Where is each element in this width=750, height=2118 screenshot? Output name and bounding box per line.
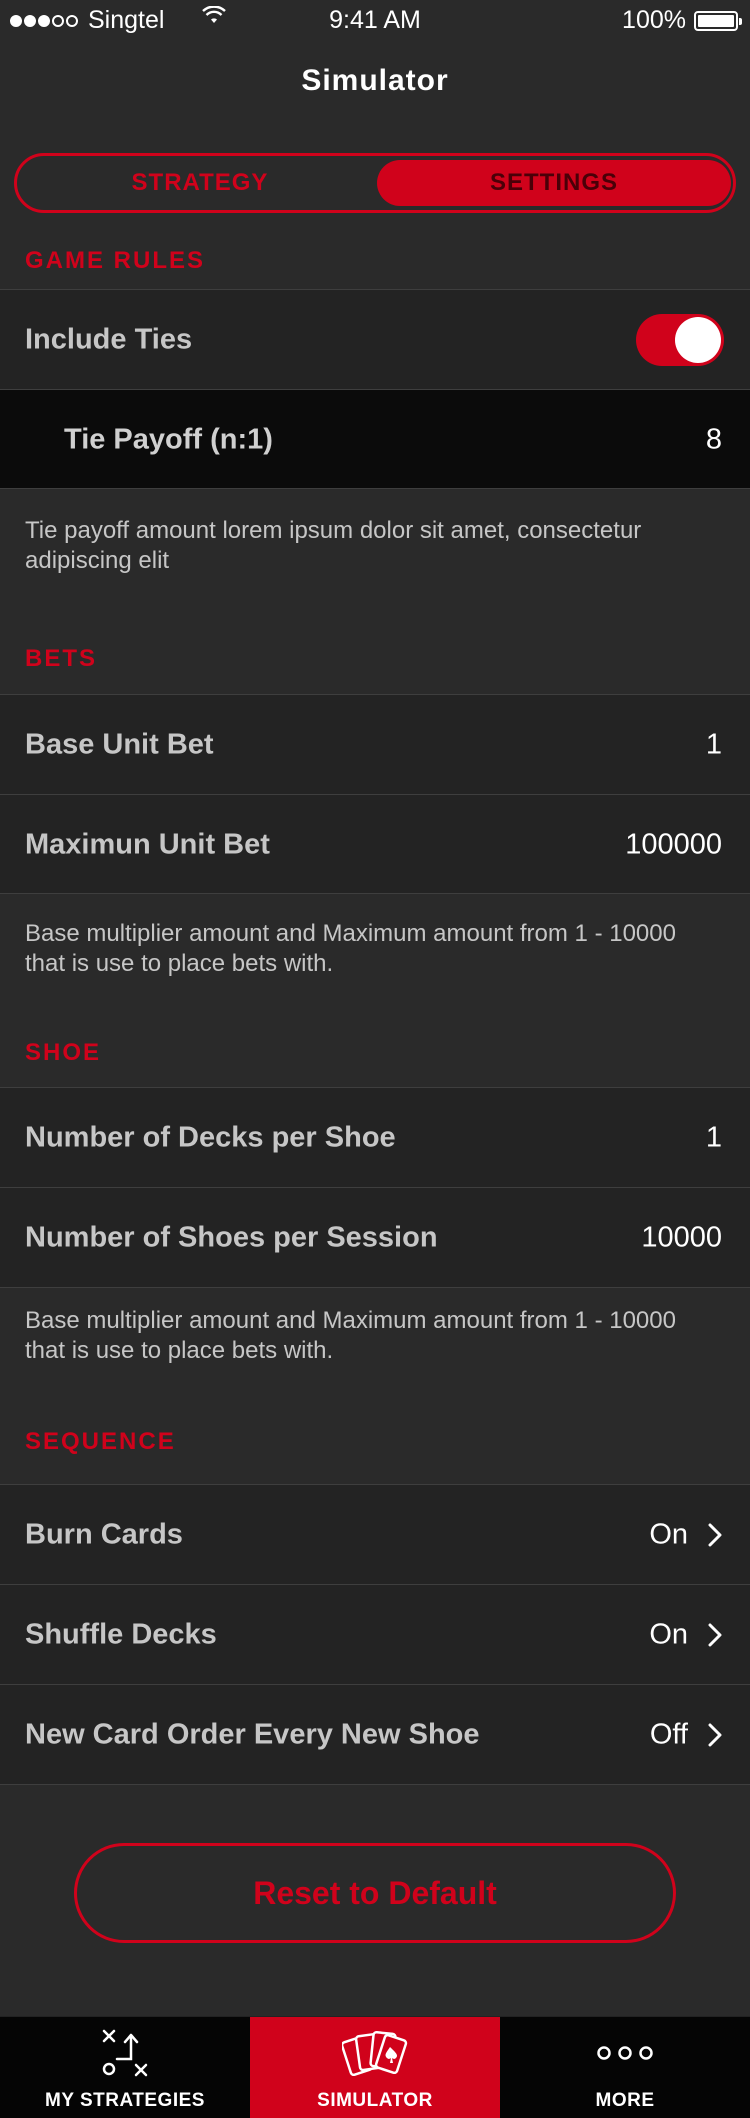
strategy-play-icon — [102, 2029, 148, 2077]
divider — [0, 893, 750, 894]
max-unit-bet-row[interactable]: Maximun Unit Bet 100000 — [0, 794, 750, 894]
tab-label-simulator: SIMULATOR — [317, 2090, 433, 2111]
shoes-per-session-label: Number of Shoes per Session — [25, 1221, 438, 1253]
strategy-settings-segmented-control: STRATEGY SETTINGS — [14, 153, 736, 213]
status-bar: Singtel 9:41 AM 100% — [0, 0, 750, 40]
chevron-right-icon — [708, 1623, 722, 1646]
burn-cards-row[interactable]: Burn Cards On — [0, 1484, 750, 1584]
decks-per-shoe-value[interactable]: 1 — [706, 1121, 722, 1154]
burn-cards-value: On — [649, 1518, 688, 1550]
tab-label-my-strategies: MY STRATEGIES — [45, 2090, 205, 2111]
bets-note: Base multiplier amount and Maximum amoun… — [25, 920, 676, 977]
tie-payoff-row[interactable]: Tie Payoff (n:1) 8 — [0, 389, 750, 489]
divider — [0, 1784, 750, 1785]
divider — [0, 1287, 750, 1288]
tie-payoff-label: Tie Payoff (n:1) — [64, 423, 273, 455]
new-card-order-label: New Card Order Every New Shoe — [25, 1718, 480, 1750]
tab-more[interactable]: MORE — [500, 2017, 750, 2118]
battery-percent: 100% — [622, 6, 686, 34]
tab-label-more: MORE — [595, 2090, 655, 2111]
section-header-game-rules: GAME RULES — [25, 247, 206, 274]
section-header-sequence: SEQUENCE — [25, 1428, 176, 1455]
toggle-knob — [675, 316, 721, 363]
include-ties-label: Include Ties — [25, 323, 193, 355]
shoes-per-session-value[interactable]: 10000 — [641, 1221, 722, 1254]
playing-cards-icon — [342, 2030, 408, 2077]
battery-group: 100% — [622, 6, 742, 35]
chevron-right-icon — [708, 1723, 722, 1746]
shuffle-decks-value: On — [649, 1618, 688, 1650]
tie-payoff-value[interactable]: 8 — [706, 423, 722, 456]
more-dots-icon — [597, 2046, 653, 2060]
tab-my-strategies[interactable]: MY STRATEGIES — [0, 2017, 250, 2118]
decks-per-shoe-label: Number of Decks per Shoe — [25, 1121, 396, 1153]
shoes-per-session-row[interactable]: Number of Shoes per Session 10000 — [0, 1187, 750, 1287]
divider — [0, 488, 750, 489]
section-header-shoe: SHOE — [25, 1039, 102, 1066]
shuffle-decks-label: Shuffle Decks — [25, 1618, 217, 1650]
base-unit-bet-row[interactable]: Base Unit Bet 1 — [0, 694, 750, 794]
base-unit-bet-label: Base Unit Bet — [25, 728, 214, 760]
include-ties-row[interactable]: Include Ties — [0, 289, 750, 389]
game-rules-note: Tie payoff amount lorem ipsum dolor sit … — [25, 517, 642, 574]
decks-per-shoe-row[interactable]: Number of Decks per Shoe 1 — [0, 1087, 750, 1187]
tab-strategy[interactable]: STRATEGY — [23, 160, 377, 206]
reset-to-default-button[interactable]: Reset to Default — [74, 1843, 676, 1943]
tab-bar: MY STRATEGIES SIMULATOR MORE — [0, 2016, 750, 2118]
include-ties-toggle[interactable] — [636, 313, 724, 366]
new-card-order-row[interactable]: New Card Order Every New Shoe Off — [0, 1684, 750, 1784]
new-card-order-value: Off — [649, 1718, 688, 1750]
tab-settings[interactable]: SETTINGS — [377, 160, 731, 206]
max-unit-bet-value[interactable]: 100000 — [625, 828, 722, 861]
battery-icon — [694, 10, 742, 31]
page-title: Simulator — [301, 64, 449, 97]
base-unit-bet-value[interactable]: 1 — [706, 728, 722, 761]
shoe-note: Base multiplier amount and Maximum amoun… — [25, 1307, 676, 1364]
burn-cards-label: Burn Cards — [25, 1518, 183, 1550]
max-unit-bet-label: Maximun Unit Bet — [25, 828, 270, 860]
chevron-right-icon — [708, 1523, 722, 1546]
section-header-bets: BETS — [25, 645, 98, 672]
tab-simulator[interactable]: SIMULATOR — [250, 2017, 500, 2118]
shuffle-decks-row[interactable]: Shuffle Decks On — [0, 1584, 750, 1684]
